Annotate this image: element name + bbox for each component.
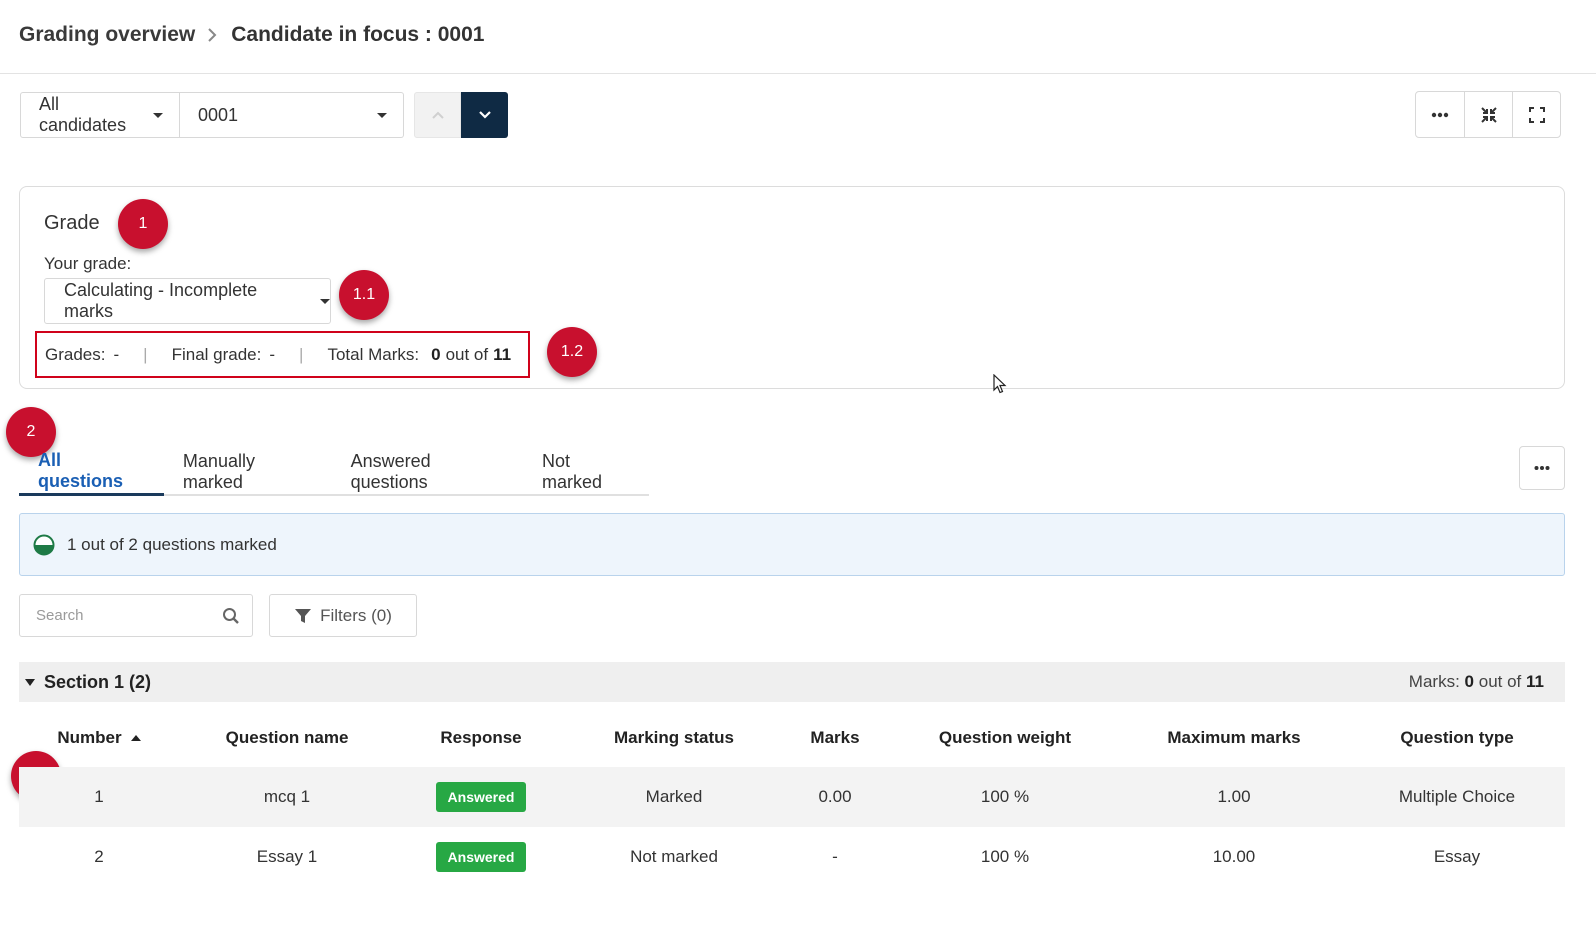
annotation-badge-1: 1: [118, 199, 168, 249]
search-input[interactable]: [36, 607, 206, 624]
cell-question-type: Multiple Choice: [1398, 787, 1516, 806]
tabs-more-button[interactable]: [1519, 446, 1565, 490]
more-horizontal-icon: [1431, 112, 1449, 117]
cell-question-name: Essay 1: [256, 847, 318, 866]
candidate-number-value: 0001: [198, 104, 239, 125]
grade-select-value: Calculating - Incomplete marks: [64, 280, 258, 321]
cell-response: Answered: [411, 767, 551, 827]
column-header-marks[interactable]: Marks: [785, 718, 885, 758]
answered-badge: Answered: [435, 782, 527, 812]
separator: |: [299, 344, 304, 364]
collapse-button[interactable]: [1464, 92, 1512, 137]
column-header-maximum-marks[interactable]: Maximum marks: [1139, 718, 1329, 758]
grades-value: -: [113, 344, 120, 364]
marking-progress-bar: 1 out of 2 questions marked: [19, 513, 1565, 576]
tab-not-marked[interactable]: Not marked: [523, 448, 649, 496]
cell-number: 1: [94, 787, 104, 806]
breadcrumb-current: Candidate in focus : 0001: [231, 23, 485, 46]
header-divider: [0, 73, 1596, 74]
cell-question-weight: 100 %: [980, 847, 1030, 866]
section-marks-label: Marks:: [1408, 672, 1460, 691]
cell-number: 2: [94, 847, 104, 866]
caret-down-icon: [25, 678, 35, 686]
final-grade-value: -: [269, 344, 276, 364]
column-header-question-type[interactable]: Question type: [1357, 718, 1557, 758]
candidate-filter-select[interactable]: All candidates: [20, 92, 180, 138]
column-header-question-name[interactable]: Question name: [187, 718, 387, 758]
candidate-toolbar: All candidates 0001: [20, 92, 508, 138]
table-row[interactable]: 1 mcq 1 Answered Marked 0.00 100 % 1.00 …: [19, 767, 1565, 827]
question-tabs: All questions Manually marked Answered q…: [19, 448, 649, 496]
section-marks: Marks: 0 out of 11: [1409, 672, 1544, 692]
total-marks-max: 11: [493, 344, 512, 364]
collapse-arrows-icon: [1480, 106, 1497, 123]
cell-marks: -: [832, 847, 838, 866]
section-header[interactable]: Section 1 (2) Marks: 0 out of 11: [19, 662, 1565, 702]
breadcrumb-grading-overview[interactable]: Grading overview: [19, 23, 195, 47]
table-header: Number Question name Response Marking st…: [19, 718, 1565, 758]
cell-maximum-marks: 10.00: [1212, 847, 1256, 866]
fullscreen-icon: [1528, 106, 1545, 123]
chevron-up-icon: [431, 111, 444, 119]
tab-all-questions[interactable]: All questions: [19, 448, 164, 496]
section-marks-max: 11: [1526, 672, 1544, 691]
filters-button[interactable]: Filters (0): [269, 594, 417, 637]
sort-ascending-icon: [130, 735, 141, 741]
column-header-number-label: Number: [57, 728, 122, 747]
cell-response: Answered: [411, 827, 551, 887]
candidate-filter-value: All candidates: [39, 94, 127, 135]
table-row[interactable]: 2 Essay 1 Answered Not marked - 100 % 10…: [19, 827, 1565, 887]
separator: |: [143, 344, 148, 364]
fullscreen-button[interactable]: [1512, 92, 1560, 137]
chevron-right-icon: [207, 27, 217, 43]
annotation-badge-1-1: 1.1: [339, 270, 389, 320]
tab-answered-questions[interactable]: Answered questions: [332, 448, 523, 496]
breadcrumb: Grading overview Candidate in focus : 00…: [19, 20, 484, 50]
grades-label: Grades:: [45, 344, 106, 364]
cell-marks: 0.00: [818, 787, 852, 806]
filters-label: Filters (0): [320, 605, 392, 625]
mouse-pointer-icon: [993, 374, 1007, 394]
cell-question-name: mcq 1: [263, 787, 311, 806]
total-marks-label: Total Marks:: [327, 344, 420, 364]
search-icon[interactable]: [222, 607, 240, 625]
chevron-down-icon: [478, 111, 491, 119]
caret-down-icon: [377, 112, 387, 118]
column-header-response[interactable]: Response: [411, 718, 551, 758]
more-options-button[interactable]: [1416, 92, 1464, 137]
cell-question-type: Essay: [1433, 847, 1481, 866]
grade-title: Grade: [44, 212, 100, 234]
annotation-badge-1-2: 1.2: [547, 327, 597, 377]
more-horizontal-icon: [1534, 466, 1550, 470]
next-candidate-button[interactable]: [461, 92, 508, 138]
grade-summary: Grades: - | Final grade: - | Total Marks…: [35, 331, 530, 378]
column-header-question-weight[interactable]: Question weight: [915, 718, 1095, 758]
your-grade-label: Your grade:: [44, 254, 132, 273]
cell-maximum-marks: 1.00: [1217, 787, 1251, 806]
funnel-icon: [295, 608, 312, 623]
final-grade-label: Final grade:: [171, 344, 262, 364]
section-marks-out-of: out of: [1478, 672, 1522, 691]
search-box: [19, 594, 253, 637]
tab-manually-marked[interactable]: Manually marked: [164, 448, 332, 496]
grade-select[interactable]: Calculating - Incomplete marks: [44, 278, 331, 324]
total-marks-out-of: out of: [445, 344, 489, 364]
column-header-number[interactable]: Number: [49, 718, 149, 758]
previous-candidate-button[interactable]: [414, 92, 461, 138]
view-tools: [1415, 91, 1561, 138]
marking-progress-text: 1 out of 2 questions marked: [67, 534, 277, 554]
half-circle-progress-icon: [33, 534, 55, 555]
caret-down-icon: [320, 298, 330, 304]
section-marks-scored: 0: [1464, 672, 1474, 691]
cell-question-weight: 100 %: [980, 787, 1030, 806]
answered-badge: Answered: [435, 842, 527, 872]
cell-marking-status: Not marked: [630, 847, 718, 866]
candidate-number-select[interactable]: 0001: [180, 92, 404, 138]
total-marks-scored: 0: [431, 344, 441, 364]
section-title: Section 1 (2): [44, 671, 152, 692]
cell-marking-status: Marked: [645, 787, 703, 806]
column-header-marking-status[interactable]: Marking status: [584, 718, 764, 758]
caret-down-icon: [153, 112, 163, 118]
